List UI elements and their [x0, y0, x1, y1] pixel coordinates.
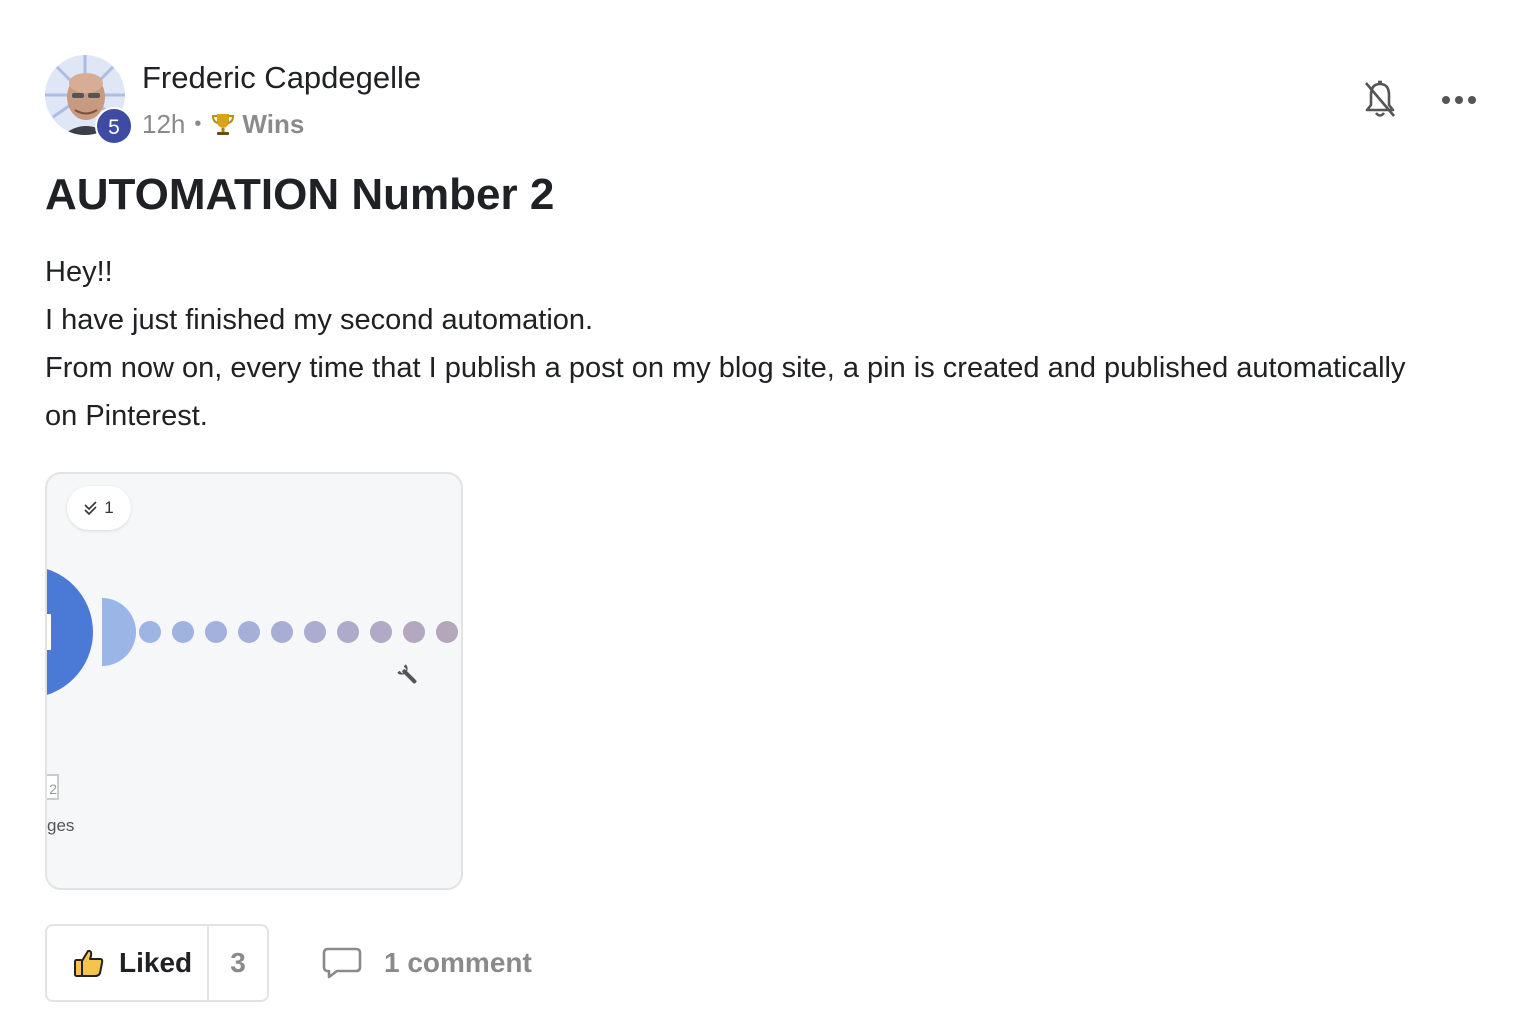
partial-module-box: 2: [47, 774, 59, 800]
body-line: I have just finished my second automatio…: [45, 304, 594, 336]
body-line: From now on, every time that I publish a…: [45, 352, 1406, 432]
comment-count-label: 1 comment: [384, 947, 532, 978]
like-count[interactable]: 3: [209, 926, 267, 1000]
comments-button[interactable]: 1 comment: [322, 940, 532, 986]
author-name[interactable]: Frederic Capdegelle: [142, 60, 421, 96]
post-category[interactable]: Wins: [242, 109, 304, 140]
post-time[interactable]: 12h: [142, 109, 185, 140]
wrench-icon: [397, 664, 417, 684]
comment-icon: [322, 947, 362, 979]
trophy-icon: [210, 111, 236, 137]
post-body: Hey!! I have just finished my second aut…: [45, 248, 1425, 440]
more-options-button[interactable]: [1436, 80, 1482, 120]
thumbs-up-icon: [74, 949, 104, 977]
scenario-flow-diagram: [47, 569, 458, 695]
module-node: [47, 569, 93, 695]
more-horizontal-icon: [1442, 96, 1476, 104]
notifications-toggle-button[interactable]: [1358, 78, 1402, 122]
meta-separator: •: [194, 112, 202, 135]
community-post: 5 Frederic Capdegelle 12h • Wins AUTOMAT…: [0, 0, 1526, 1034]
post-image-attachment[interactable]: 1 2 ges: [45, 472, 463, 890]
post-meta: 12h • Wins: [142, 108, 304, 140]
body-line: Hey!!: [45, 256, 113, 288]
post-title[interactable]: AUTOMATION Number 2: [45, 170, 554, 220]
partial-module-label: ges: [47, 816, 75, 835]
like-control: Liked 3: [45, 924, 269, 1002]
connector-half-circle: [102, 598, 136, 666]
level-badge: 5: [95, 107, 133, 145]
author-avatar-wrap[interactable]: 5: [45, 55, 133, 145]
like-button[interactable]: Liked: [47, 926, 209, 1000]
connector-dots: [139, 621, 458, 643]
bell-off-icon: [1365, 80, 1395, 117]
like-label: Liked: [119, 947, 193, 978]
